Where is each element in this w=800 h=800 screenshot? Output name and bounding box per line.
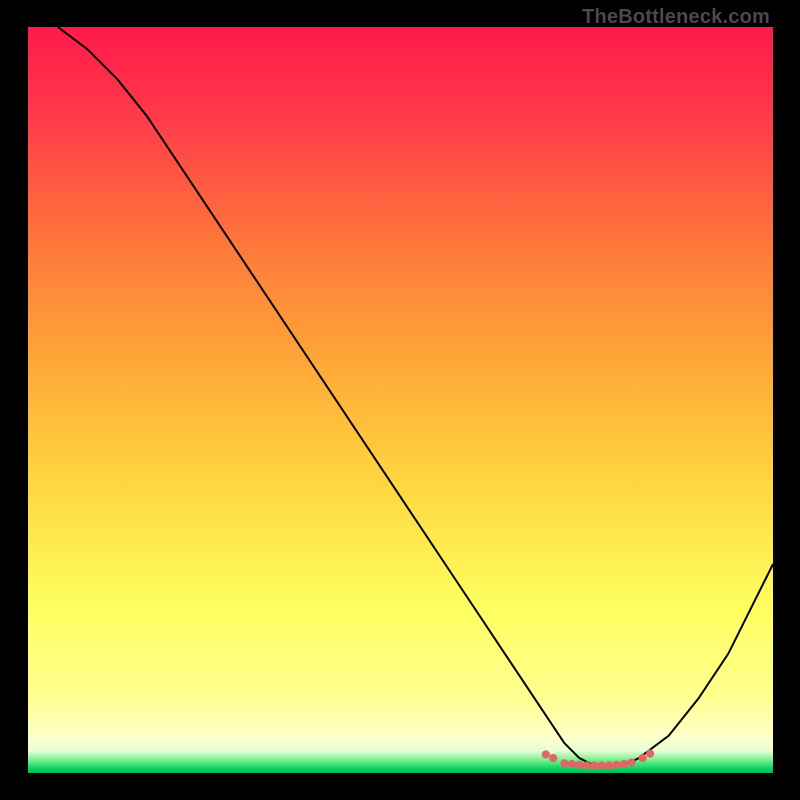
optimal-marker: [575, 761, 583, 769]
optimal-marker: [598, 761, 606, 769]
plot-area: [28, 27, 773, 773]
optimal-marker: [590, 761, 598, 769]
curve-layer: [28, 27, 773, 773]
optimal-marker: [605, 761, 613, 769]
optimal-marker: [583, 761, 591, 769]
optimal-marker: [560, 759, 568, 767]
optimal-marker: [627, 758, 635, 766]
optimal-marker: [549, 754, 557, 762]
optimal-marker: [542, 750, 550, 758]
optimal-marker: [646, 750, 654, 758]
optimal-marker: [620, 760, 628, 768]
watermark-text: TheBottleneck.com: [582, 6, 770, 29]
optimal-marker: [568, 760, 576, 768]
bottleneck-curve: [58, 27, 773, 766]
optimal-marker: [639, 754, 647, 762]
optimal-marker: [612, 761, 620, 769]
chart-container: TheBottleneck.com: [0, 0, 800, 800]
